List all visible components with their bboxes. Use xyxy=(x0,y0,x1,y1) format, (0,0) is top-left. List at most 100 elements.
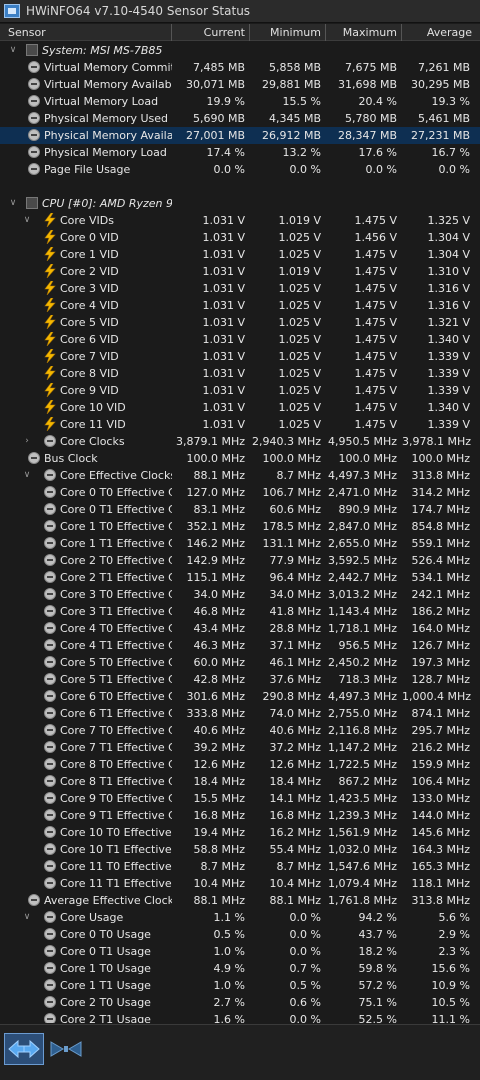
table-row[interactable]: Core 11 T0 Effective ... 8.7 MHz 8.7 MHz 1,… xyxy=(0,858,480,875)
table-row[interactable]: Core 3 VID 1.031 V 1.025 V 1.475 V 1.316 V xyxy=(0,280,480,297)
table-row[interactable]: ∨ Core Usage 1.1 % 0.0 % 94.2 % 5.6 % xyxy=(0,909,480,926)
current-value: 5,690 MB xyxy=(192,112,245,125)
maximum-value: 1,722.5 MHz xyxy=(327,758,397,771)
chevron-right-icon[interactable]: › xyxy=(22,433,32,450)
table-row[interactable]: Physical Memory Used 5,690 MB 4,345 MB 5,78… xyxy=(0,110,480,127)
table-row[interactable]: Core 7 VID 1.031 V 1.025 V 1.475 V 1.339 V xyxy=(0,348,480,365)
minimum-value: 1.025 V xyxy=(278,350,321,363)
table-row[interactable]: Core 6 VID 1.031 V 1.025 V 1.475 V 1.340 V xyxy=(0,331,480,348)
table-row[interactable]: Core 0 T0 Usage 0.5 % 0.0 % 43.7 % 2.9 % xyxy=(0,926,480,943)
column-maximum[interactable]: Maximum xyxy=(326,24,402,41)
table-row[interactable]: Core 5 T0 Effective C... 60.0 MHz 46.1 MHz… xyxy=(0,654,480,671)
sensor-group-row[interactable]: ∨ CPU [#0]: AMD Ryzen 9 ... xyxy=(0,195,480,212)
double-arrow-icon[interactable] xyxy=(4,1033,44,1065)
table-row[interactable]: Core 0 VID 1.031 V 1.025 V 1.456 V 1.304 V xyxy=(0,229,480,246)
current-value: 27,001 MB xyxy=(185,129,245,142)
table-row[interactable]: › Core Clocks 3,879.1 MHz 2,940.3 MHz 4,950.… xyxy=(0,433,480,450)
table-row[interactable]: Core 4 T0 Effective C... 43.4 MHz 28.8 MHz… xyxy=(0,620,480,637)
sensor-group-row[interactable]: ∨ System: MSI MS-7B85 xyxy=(0,42,480,59)
current-value: 17.4 % xyxy=(206,146,245,159)
table-row[interactable]: ∨ Core VIDs 1.031 V 1.019 V 1.475 V 1.325 V xyxy=(0,212,480,229)
table-row[interactable]: Core 1 T1 Effective C... 146.2 MHz 131.1 M… xyxy=(0,535,480,552)
average-value: 2.3 % xyxy=(438,945,470,958)
minimum-value: 1.025 V xyxy=(278,248,321,261)
table-row[interactable]: Core 3 T1 Effective C... 46.8 MHz 41.8 MHz… xyxy=(0,603,480,620)
table-row[interactable]: Core 2 VID 1.031 V 1.019 V 1.475 V 1.310 V xyxy=(0,263,480,280)
sensor-tree[interactable]: ∨ System: MSI MS-7B85 Virtual Memory Commi… xyxy=(0,42,480,1023)
table-row[interactable]: Core 6 T0 Effective C... 301.6 MHz 290.8 M… xyxy=(0,688,480,705)
maximum-value: 2,471.0 MHz xyxy=(327,486,397,499)
table-row[interactable]: Core 1 T0 Usage 4.9 % 0.7 % 59.8 % 15.6 % xyxy=(0,960,480,977)
chevron-down-icon[interactable]: ∨ xyxy=(22,909,32,926)
table-row[interactable]: Core 5 VID 1.031 V 1.025 V 1.475 V 1.321 V xyxy=(0,314,480,331)
sensor-icon xyxy=(44,928,56,940)
table-row[interactable]: Core 6 T1 Effective C... 333.8 MHz 74.0 MH… xyxy=(0,705,480,722)
table-row[interactable]: Core 2 T0 Usage 2.7 % 0.6 % 75.1 % 10.5 % xyxy=(0,994,480,1011)
table-row[interactable]: Virtual Memory Available 30,071 MB 29,881 … xyxy=(0,76,480,93)
table-row[interactable]: Core 8 VID 1.031 V 1.025 V 1.475 V 1.339 V xyxy=(0,365,480,382)
chevron-down-icon[interactable]: ∨ xyxy=(22,467,32,484)
table-row[interactable]: Core 2 T1 Usage 1.6 % 0.0 % 52.5 % 11.1 % xyxy=(0,1011,480,1023)
table-row[interactable]: Core 8 T0 Effective C... 12.6 MHz 12.6 MHz… xyxy=(0,756,480,773)
average-value: 1,000.4 MHz xyxy=(402,690,472,703)
table-row[interactable]: Core 11 VID 1.031 V 1.025 V 1.475 V 1.339 V xyxy=(0,416,480,433)
chevron-down-icon[interactable]: ∨ xyxy=(22,212,32,229)
column-header: Sensor Current Minimum Maximum Average xyxy=(0,24,480,41)
collapse-arrows-icon[interactable] xyxy=(46,1033,86,1065)
table-row[interactable]: Core 7 T0 Effective C... 40.6 MHz 40.6 MHz… xyxy=(0,722,480,739)
table-row[interactable]: Core 8 T1 Effective C... 18.4 MHz 18.4 MHz… xyxy=(0,773,480,790)
table-row[interactable]: Core 10 T0 Effective ... 19.4 MHz 16.2 MHz… xyxy=(0,824,480,841)
table-row[interactable]: Page File Usage 0.0 % 0.0 % 0.0 % 0.0 % xyxy=(0,161,480,178)
voltage-icon xyxy=(44,280,56,296)
maximum-value: 956.5 MHz xyxy=(338,639,397,652)
table-row[interactable]: Core 0 T1 Effective C... 83.1 MHz 60.6 MHz… xyxy=(0,501,480,518)
maximum-value: 1.475 V xyxy=(354,316,397,329)
table-row[interactable]: Physical Memory Available 27,001 MB 26,912… xyxy=(0,127,480,144)
table-row[interactable]: Core 10 VID 1.031 V 1.025 V 1.475 V 1.340 V xyxy=(0,399,480,416)
current-value: 100.0 MHz xyxy=(186,452,245,465)
sensor-label: Core 7 VID xyxy=(60,350,119,363)
table-row[interactable]: Core 7 T1 Effective C... 39.2 MHz 37.2 MHz… xyxy=(0,739,480,756)
table-row[interactable]: Core 10 T1 Effective ... 58.8 MHz 55.4 MHz… xyxy=(0,841,480,858)
column-sensor[interactable]: Sensor xyxy=(0,24,172,41)
average-value: 854.8 MHz xyxy=(411,520,470,533)
maximum-value: 867.2 MHz xyxy=(338,775,397,788)
maximum-value: 28,347 MB xyxy=(337,129,397,142)
column-minimum[interactable]: Minimum xyxy=(250,24,326,41)
table-row[interactable]: ∨ Core Effective Clocks 88.1 MHz 8.7 MHz 4,4… xyxy=(0,467,480,484)
table-row[interactable]: Core 9 VID 1.031 V 1.025 V 1.475 V 1.339 V xyxy=(0,382,480,399)
table-row[interactable]: Core 4 T1 Effective C... 46.3 MHz 37.1 MHz… xyxy=(0,637,480,654)
current-value: 142.9 MHz xyxy=(186,554,245,567)
table-row[interactable]: Core 5 T1 Effective C... 42.8 MHz 37.6 MHz… xyxy=(0,671,480,688)
table-row[interactable]: Core 2 T1 Effective C... 115.1 MHz 96.4 MH… xyxy=(0,569,480,586)
table-row[interactable]: Core 11 T1 Effective ... 10.4 MHz 10.4 MHz… xyxy=(0,875,480,892)
column-current[interactable]: Current xyxy=(172,24,250,41)
column-average[interactable]: Average xyxy=(402,24,476,41)
table-row[interactable]: Bus Clock 100.0 MHz 100.0 MHz 100.0 MHz 100.… xyxy=(0,450,480,467)
table-row[interactable]: Core 9 T1 Effective C... 16.8 MHz 16.8 MHz… xyxy=(0,807,480,824)
table-row[interactable]: Core 2 T0 Effective C... 142.9 MHz 77.9 MH… xyxy=(0,552,480,569)
table-row[interactable]: Core 1 T1 Usage 1.0 % 0.5 % 57.2 % 10.9 % xyxy=(0,977,480,994)
table-row[interactable]: Core 3 T0 Effective C... 34.0 MHz 34.0 MHz… xyxy=(0,586,480,603)
chevron-down-icon[interactable]: ∨ xyxy=(8,42,18,59)
minimum-value: 13.2 % xyxy=(282,146,321,159)
table-row[interactable]: Virtual Memory Committed 7,485 MB 5,858 MB… xyxy=(0,59,480,76)
chevron-down-icon[interactable]: ∨ xyxy=(8,195,18,212)
table-row[interactable]: Core 0 T1 Usage 1.0 % 0.0 % 18.2 % 2.3 % xyxy=(0,943,480,960)
table-row[interactable]: Core 1 T0 Effective C... 352.1 MHz 178.5 M… xyxy=(0,518,480,535)
minimum-value: 28.8 MHz xyxy=(269,622,321,635)
table-row[interactable]: Average Effective Clock 88.1 MHz 88.1 MHz 1… xyxy=(0,892,480,909)
table-row[interactable]: Virtual Memory Load 19.9 % 15.5 % 20.4 % 19.… xyxy=(0,93,480,110)
current-value: 7,485 MB xyxy=(192,61,245,74)
table-row[interactable]: Core 0 T0 Effective C... 127.0 MHz 106.7 M… xyxy=(0,484,480,501)
table-row[interactable]: Core 4 VID 1.031 V 1.025 V 1.475 V 1.316 V xyxy=(0,297,480,314)
minimum-value: 178.5 MHz xyxy=(262,520,321,533)
table-row[interactable]: Core 9 T0 Effective C... 15.5 MHz 14.1 MHz… xyxy=(0,790,480,807)
table-row[interactable]: Core 1 VID 1.031 V 1.025 V 1.475 V 1.304 V xyxy=(0,246,480,263)
current-value: 83.1 MHz xyxy=(193,503,245,516)
sensor-label: Core 2 T0 Effective C... xyxy=(60,554,172,567)
current-value: 1.031 V xyxy=(202,282,245,295)
minimum-value: 34.0 MHz xyxy=(269,588,321,601)
sensor-icon xyxy=(28,894,40,906)
table-row[interactable]: Physical Memory Load 17.4 % 13.2 % 17.6 % 16… xyxy=(0,144,480,161)
